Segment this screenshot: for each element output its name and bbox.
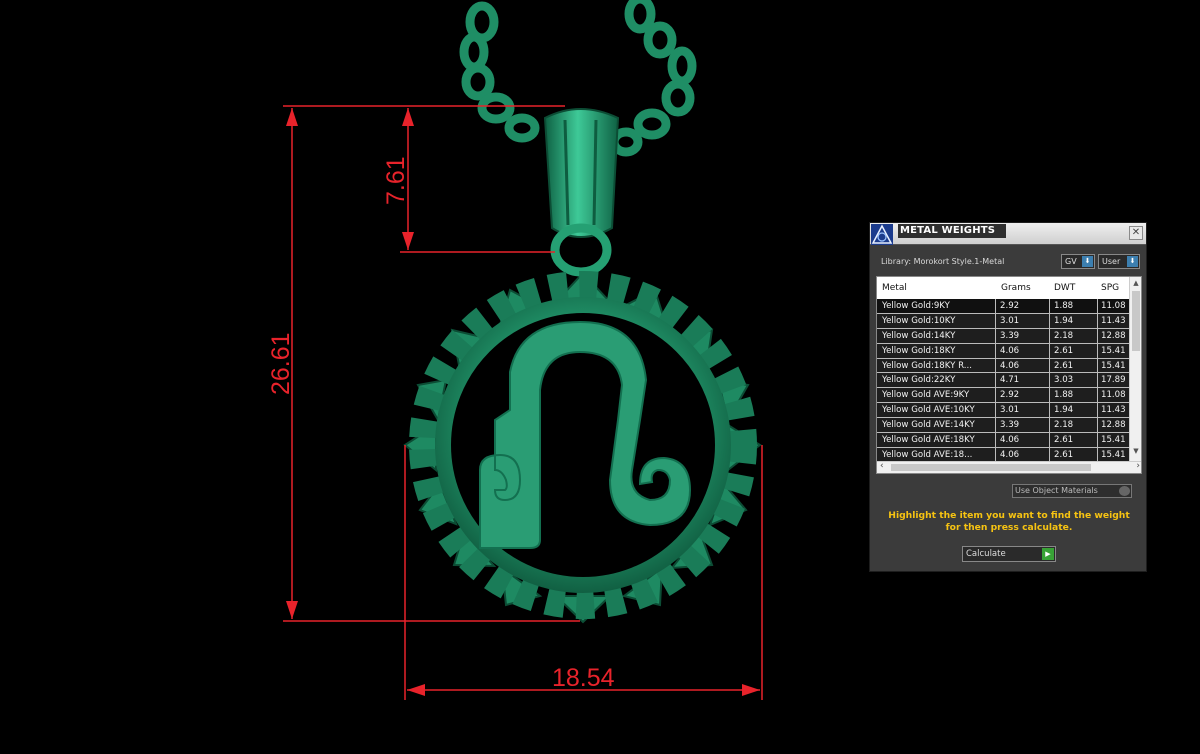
metal-weights-panel: METAL WEIGHTS ✕ Library: Morokort Style.… [869,222,1147,572]
cell-grams: 3.39 [996,328,1050,343]
metal-weights-table[interactable]: Metal Grams DWT SPG Yellow Gold:9KY 2.92 1… [876,276,1142,474]
library-label: Library: Morokort Style.1-Metal [881,257,1005,266]
cell-metal: Yellow Gold AVE:18KY [877,433,996,448]
cell-grams: 3.01 [996,403,1050,418]
column-header-grams[interactable]: Grams [1001,283,1031,293]
pendant-bail [543,108,620,277]
column-header-dwt[interactable]: DWT [1054,283,1075,293]
cell-spg: 15.41 [1101,360,1126,371]
column-header-metal[interactable]: Metal [882,283,907,293]
app-logo-icon [871,224,893,245]
cell-grams: 2.92 [996,299,1050,313]
cell-spg: 15.41 [1101,449,1126,460]
gv-label: GV [1065,257,1077,266]
options-icon [1119,486,1130,496]
cell-spg: 12.88 [1101,420,1126,431]
dimension-total-height: 26.61 [267,332,295,395]
cell-spg: 15.41 [1101,435,1126,446]
cell-metal: Yellow Gold:18KY [877,343,996,358]
table-row[interactable]: Yellow Gold AVE:14KY 3.39 2.18 12.88 [877,418,1130,434]
cell-spg: 12.88 [1101,330,1126,341]
instructions-text: Highlight the item you want to find the … [888,510,1130,533]
cell-metal: Yellow Gold:10KY [877,313,996,328]
cell-metal: Yellow Gold:14KY [877,328,996,343]
horizontal-scrollbar[interactable]: ‹ › [877,461,1141,473]
table-row[interactable]: Yellow Gold:18KY R... 4.06 2.61 15.41 [877,358,1130,374]
use-object-materials-dropdown[interactable]: Use Object Materials [1012,484,1132,498]
cell-grams: 4.06 [996,343,1050,358]
dropdown-arrow-icon: ⬇ [1127,256,1138,267]
cell-grams: 4.06 [996,447,1050,462]
cell-dwt: 2.61 [1050,343,1098,358]
cell-grams: 4.06 [996,433,1050,448]
cell-metal: Yellow Gold AVE:14KY [877,418,996,433]
panel-title: METAL WEIGHTS [898,224,1006,238]
cell-spg: 15.41 [1101,345,1126,356]
table-row[interactable]: Yellow Gold AVE:10KY 3.01 1.94 11.43 [877,403,1130,419]
table-row[interactable]: Yellow Gold:9KY 2.92 1.88 11.08 [877,299,1130,314]
cell-dwt: 1.94 [1050,403,1098,418]
cell-dwt: 2.18 [1050,328,1098,343]
close-icon[interactable]: ✕ [1129,226,1143,240]
calculate-label: Calculate [966,549,1006,559]
scrollbar-thumb[interactable] [891,464,1091,471]
table-row[interactable]: Yellow Gold:10KY 3.01 1.94 11.43 [877,313,1130,329]
cell-dwt: 2.61 [1050,447,1098,462]
cell-spg: 17.89 [1101,375,1126,386]
cell-metal: Yellow Gold AVE:9KY [877,388,996,403]
dimension-bail-height: 7.61 [382,156,410,205]
user-label: User [1102,257,1121,266]
vertical-scrollbar[interactable]: ▲ ▼ [1129,277,1141,463]
table-row[interactable]: Yellow Gold AVE:18KY 4.06 2.61 15.41 [877,433,1130,448]
panel-titlebar[interactable]: METAL WEIGHTS ✕ [870,223,1146,245]
table-row[interactable]: Yellow Gold:14KY 3.39 2.18 12.88 [877,328,1130,344]
table-row[interactable]: Yellow Gold:18KY 4.06 2.61 15.41 [877,343,1130,359]
scrollbar-thumb[interactable] [1132,291,1140,351]
scroll-up-icon[interactable]: ▲ [1130,279,1141,289]
use-object-materials-label: Use Object Materials [1015,486,1098,495]
cell-grams: 3.39 [996,418,1050,433]
cell-grams: 4.06 [996,358,1050,373]
user-selector[interactable]: User ⬇ [1098,254,1140,269]
cell-spg: 11.08 [1101,390,1126,401]
cell-dwt: 2.61 [1050,433,1098,448]
dropdown-arrow-icon: ⬇ [1082,256,1093,267]
cell-spg: 11.08 [1101,301,1126,311]
cell-dwt: 3.03 [1050,373,1098,388]
table-row[interactable]: Yellow Gold:22KY 4.71 3.03 17.89 [877,373,1130,389]
dimension-width: 18.54 [552,664,615,692]
cell-dwt: 2.18 [1050,418,1098,433]
cell-dwt: 1.88 [1050,299,1098,313]
cell-grams: 3.01 [996,313,1050,328]
scroll-down-icon[interactable]: ▼ [1130,447,1141,457]
cell-spg: 11.43 [1101,405,1126,416]
cell-spg: 11.43 [1101,315,1126,326]
cell-dwt: 1.88 [1050,388,1098,403]
scroll-right-icon[interactable]: › [1136,461,1140,471]
cell-dwt: 1.94 [1050,313,1098,328]
table-header: Metal Grams DWT SPG [877,277,1141,299]
cell-metal: Yellow Gold AVE:10KY [877,403,996,418]
cell-metal: Yellow Gold:9KY [877,299,996,313]
cell-dwt: 2.61 [1050,358,1098,373]
cell-metal: Yellow Gold AVE:18... [877,447,996,462]
play-icon: ▶ [1042,548,1054,560]
table-body: Yellow Gold:9KY 2.92 1.88 11.08 Yellow Gold:… [877,299,1130,463]
scroll-left-icon[interactable]: ‹ [880,461,884,471]
cell-metal: Yellow Gold:18KY R... [877,358,996,373]
table-row[interactable]: Yellow Gold AVE:9KY 2.92 1.88 11.08 [877,388,1130,404]
column-header-spg[interactable]: SPG [1101,283,1119,293]
cell-metal: Yellow Gold:22KY [877,373,996,388]
cell-grams: 2.92 [996,388,1050,403]
gv-selector[interactable]: GV ⬇ [1061,254,1095,269]
cell-grams: 4.71 [996,373,1050,388]
calculate-button[interactable]: Calculate ▶ [962,546,1056,562]
